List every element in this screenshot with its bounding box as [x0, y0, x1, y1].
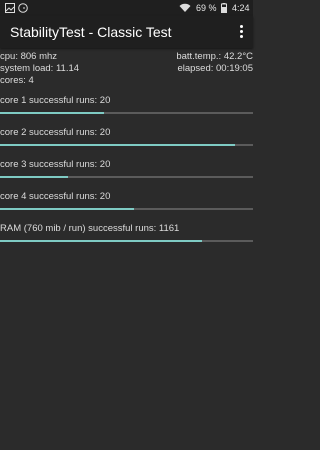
ram-progress-bar	[0, 240, 253, 242]
core-1-progress-bar	[0, 112, 253, 114]
wifi-icon	[179, 3, 191, 12]
core-4-progress-fill	[0, 208, 135, 210]
ram-progress-fill	[0, 240, 203, 242]
battery-icon	[221, 3, 227, 13]
elapsed-time: elapsed: 00:19:05	[177, 63, 253, 74]
core-3-progress-bar	[0, 176, 253, 178]
cpu-frequency: cpu: 806 mhz	[0, 51, 58, 62]
battery-percent: 69 %	[196, 3, 217, 13]
core-1-runs-label: core 1 successful runs: 20	[0, 95, 111, 106]
image-icon	[5, 3, 15, 13]
clock-time: 4:24	[232, 3, 250, 13]
app-bar: StabilityTest - Classic Test	[0, 16, 253, 48]
core-2-runs-label: core 2 successful runs: 20	[0, 127, 111, 138]
core-3-progress-fill	[0, 176, 69, 178]
battery-temperature: batt.temp.: 42.2°C	[176, 51, 253, 62]
status-bar: 69 % 4:24	[0, 0, 253, 16]
core-3-runs-label: core 3 successful runs: 20	[0, 159, 111, 170]
cores-count: cores: 4	[0, 75, 34, 86]
clock-icon	[18, 3, 28, 13]
app-title: StabilityTest - Classic Test	[10, 24, 172, 40]
core-4-runs-label: core 4 successful runs: 20	[0, 191, 111, 202]
overflow-menu-icon[interactable]	[235, 25, 247, 39]
core-2-progress-bar	[0, 144, 253, 146]
core-4-progress-bar	[0, 208, 253, 210]
ram-runs-label: RAM (760 mib / run) successful runs: 116…	[0, 223, 180, 234]
core-2-progress-fill	[0, 144, 236, 146]
core-1-progress-fill	[0, 112, 104, 114]
system-load: system load: 11.14	[0, 63, 80, 74]
